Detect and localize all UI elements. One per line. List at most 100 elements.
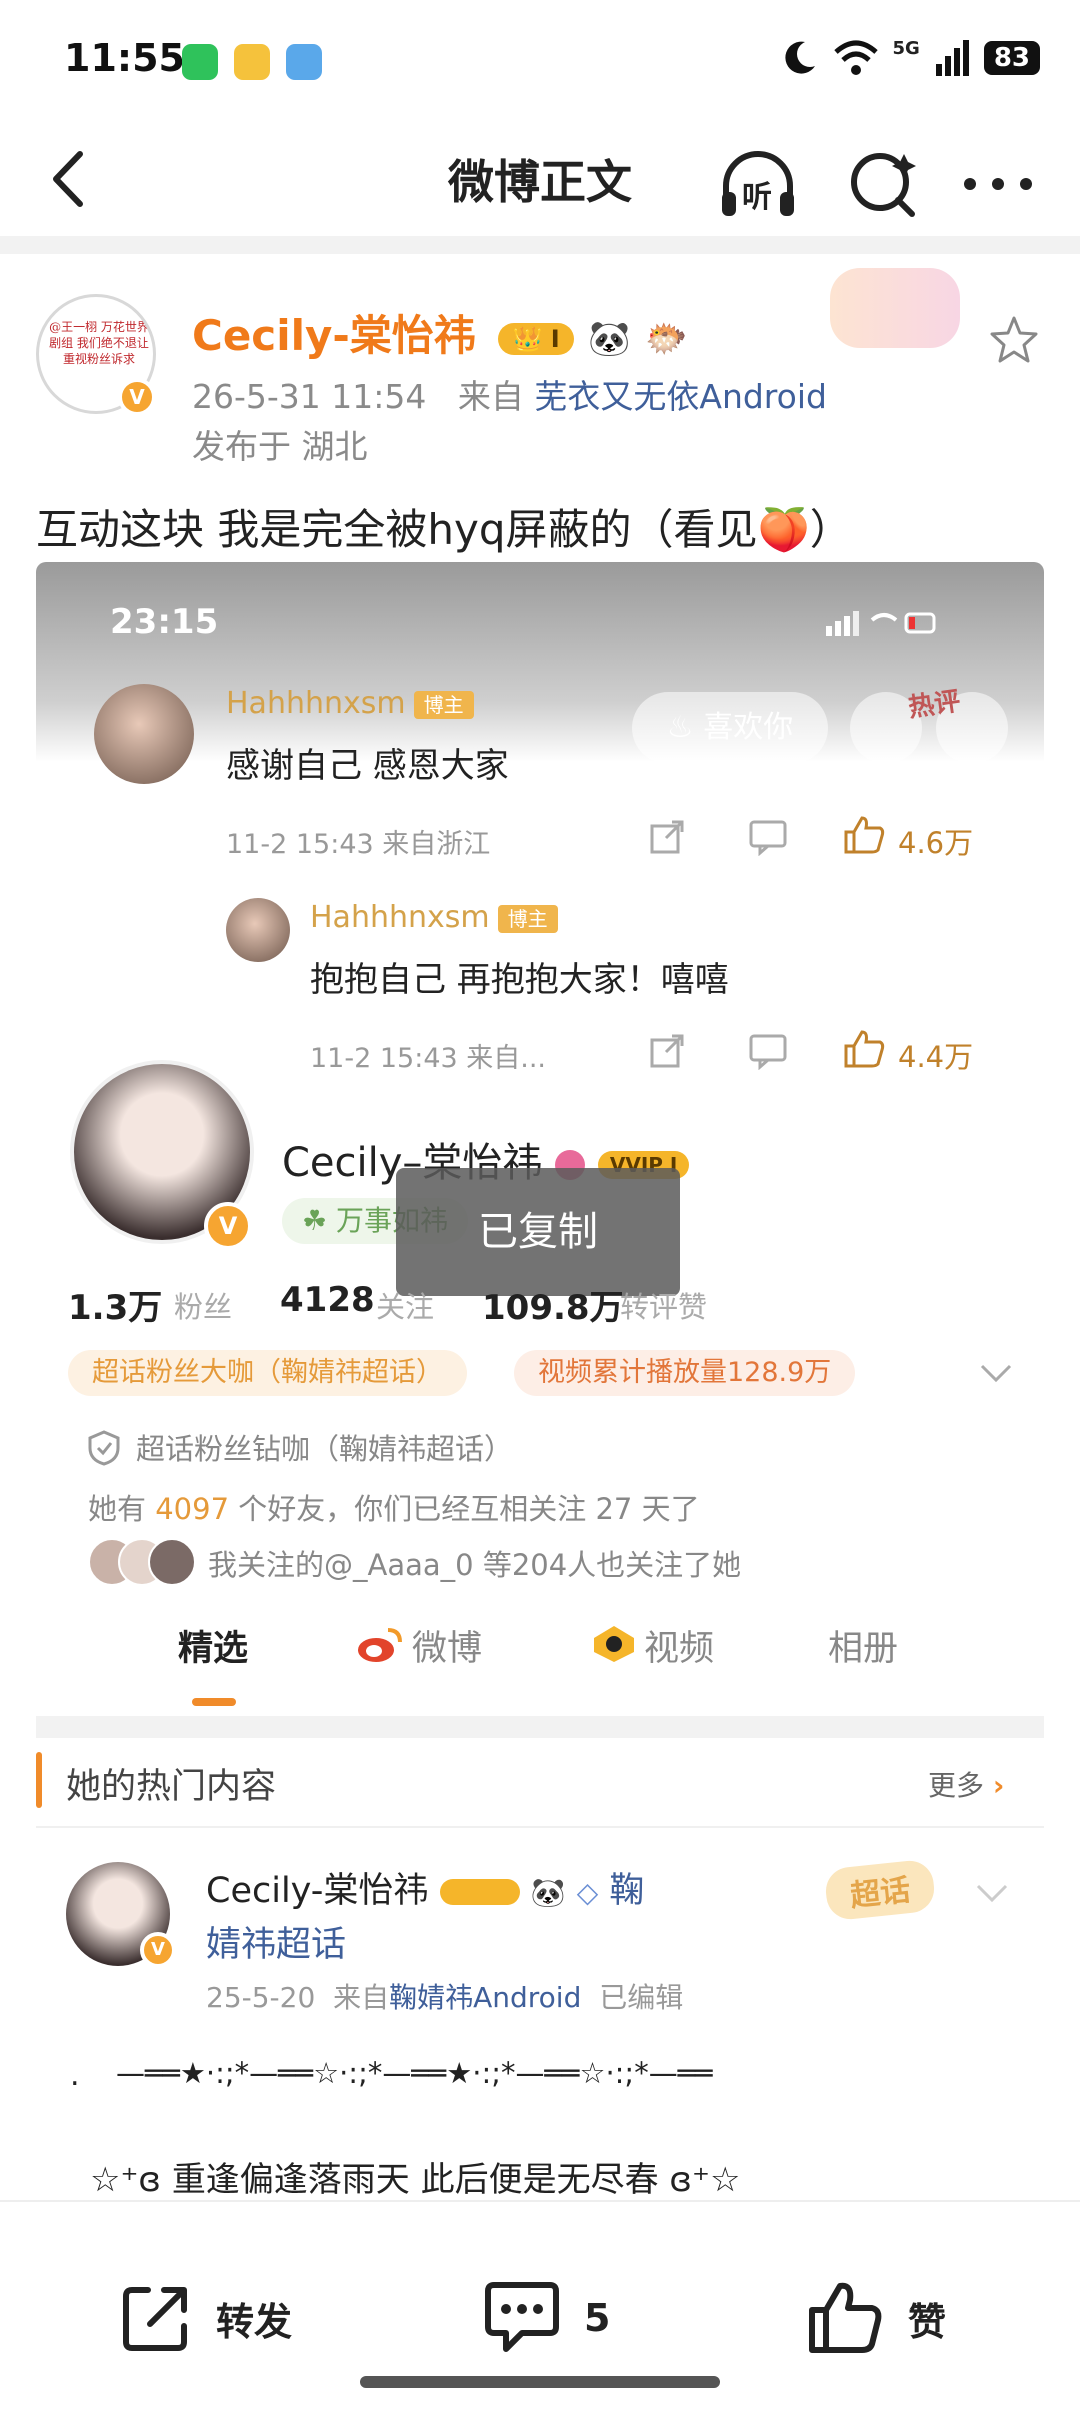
battery-indicator: 83: [983, 41, 1040, 75]
hot-more-text: 更多: [928, 1769, 985, 1802]
comment-text: 感谢自己 感恩大家: [226, 746, 509, 786]
status-indicators: 5G 83: [779, 38, 1040, 78]
post-text: 互动这块 我是完全被hyq屏蔽的（看见🍑）: [36, 505, 852, 554]
copied-toast: 已复制: [396, 1168, 680, 1296]
post-header: @王一栩 万花世界剧组 我们绝不退让 重视粉丝诉求 V Cecily-棠怡祎 👑…: [0, 254, 1080, 474]
like-button[interactable]: 赞: [806, 2278, 946, 2358]
repost-button[interactable]: 转发: [118, 2278, 292, 2358]
tab-weibo[interactable]: 微博: [412, 1620, 482, 1671]
blogger-badge: 博主: [413, 690, 474, 719]
author-name[interactable]: Cecily-棠怡祎 👑 I 🐼 🐡: [192, 302, 688, 363]
section-divider: [0, 236, 1080, 254]
hot-more-link[interactable]: 更多 ›: [928, 1764, 1004, 1804]
hot-meta-source[interactable]: 鞠婧祎Android: [389, 1981, 581, 2014]
stat-interactions-num: 109.8万: [482, 1288, 624, 1328]
comment-author-text: Hahhhnxsm: [226, 686, 406, 721]
comment-button[interactable]: 5: [482, 2278, 610, 2358]
hot-panda-icon: 🐼: [530, 1876, 566, 1909]
screenshot-signal-icon: [826, 611, 936, 636]
decorative-line: —══★·:;*—══☆·:;*—══★·:;*—══☆·:;*—══: [116, 2056, 713, 2090]
more-icon[interactable]: [956, 142, 1040, 226]
mutual-follow-line: 我关注的@_Aaaa_0 等204人也关注了她: [208, 1548, 742, 1582]
thumbs-up-icon: [844, 816, 885, 854]
repost-icon: [123, 2287, 187, 2351]
fish-icon: 🐡: [645, 319, 688, 359]
reply-author[interactable]: Hahhhnxsm 博主: [310, 900, 558, 935]
member-badge-icon: 👑 I: [498, 322, 574, 355]
hot-meta-date: 25-5-20: [206, 1981, 316, 2014]
post-location: 发布于 湖北: [192, 427, 368, 466]
hot-author[interactable]: Cecily-棠怡祎 🐼 ◇ 鞠: [206, 1862, 644, 1913]
hot-separator: [36, 1716, 1044, 1738]
moon-icon: [784, 41, 815, 74]
tag-video-plays[interactable]: 视频累计播放量128.9万: [514, 1350, 856, 1396]
comment-avatar: [94, 684, 194, 784]
hot-chevron-down-icon[interactable]: [974, 1880, 1010, 1906]
friends-count: 4097: [155, 1492, 230, 1526]
stat-fans-label: 粉丝: [174, 1290, 233, 1324]
listen-label: 听: [742, 180, 772, 215]
search-icon[interactable]: [842, 142, 926, 226]
hot-author-text: Cecily-棠怡祎: [206, 1871, 429, 1911]
favorite-star-icon[interactable]: [988, 314, 1040, 366]
listen-button[interactable]: 听: [716, 142, 800, 226]
hot-meta: 25-5-20 来自鞠婧祎Android 已编辑: [206, 1976, 683, 2016]
author-name-text: Cecily-棠怡祎: [192, 311, 476, 360]
shield-icon: [88, 1430, 120, 1466]
comment-icon: [749, 820, 787, 856]
diamond-fan-line: 超话粉丝钻咖（鞠婧祎超话）: [136, 1432, 514, 1466]
hot-comment-label: 热评: [906, 686, 963, 724]
tab-active-indicator: [192, 1698, 236, 1706]
reply-author-text: Hahhhnxsm: [310, 900, 490, 935]
tab-featured[interactable]: 精选: [178, 1620, 248, 1671]
tab-album[interactable]: 相册: [828, 1620, 898, 1671]
verified-badge-icon: V: [118, 378, 156, 416]
stat-following-num: 4128: [280, 1280, 375, 1320]
comment-likes: 4.6万: [898, 826, 974, 860]
member-badge-text: I: [550, 324, 560, 353]
stat-following-label: 关注: [376, 1290, 435, 1324]
tab-video[interactable]: 视频: [644, 1620, 714, 1671]
post-image[interactable]: 23:15 ♨ 喜欢你 热评 Hahhhnxsm 博主 感谢自己 感恩大家 11-…: [36, 562, 1044, 2200]
comment-author[interactable]: Hahhhnxsm 博主: [226, 686, 474, 721]
hot-topic-part1[interactable]: 鞠: [609, 1871, 644, 1911]
status-time: 11:55: [64, 36, 185, 80]
panda-icon: 🐼: [588, 319, 631, 359]
reply-text: 抱抱自己 再抱抱大家！嘻嘻: [310, 960, 729, 1000]
comment-count: 5: [584, 2296, 611, 2340]
post-meta: 26-5-31 11:54 来自 芜衣又无依Android: [192, 370, 827, 418]
mutual-avatar: [148, 1538, 196, 1586]
weibo-icon: [234, 44, 270, 80]
status-bar: 11:55 5G 83: [0, 0, 1080, 120]
hot-meta-edited: 已编辑: [599, 1981, 684, 2014]
signal-icon: [935, 40, 969, 76]
like-you-label: 喜欢你: [703, 710, 794, 745]
friends-post: 个好友，你们已经互相关注 27 天了: [238, 1492, 700, 1526]
post-timestamp: 26-5-31 11:54: [192, 377, 427, 416]
hot-header-divider: [36, 1826, 1044, 1828]
like-you-pill[interactable]: ♨ 喜欢你: [632, 692, 828, 764]
friends-line: 她有 4097 个好友，你们已经互相关注 27 天了: [88, 1486, 700, 1528]
avatar-text: @王一栩 万花世界剧组 我们绝不退让 重视粉丝诉求: [49, 320, 149, 366]
gallery-icon: [286, 44, 322, 80]
hot-verified-icon: V: [140, 1932, 176, 1968]
signal-type: 5G: [892, 38, 920, 59]
chevron-down-icon[interactable]: [978, 1360, 1014, 1386]
wechat-icon: [182, 44, 218, 80]
wifi-icon: [833, 40, 878, 75]
hot-topic-part2[interactable]: 婧祎超话: [206, 1916, 346, 1967]
hot-poem: ☆⁺ɞ 重逢偏逢落雨天 此后便是无尽春 ɞ⁺☆: [90, 2160, 741, 2200]
reply-avatar: [226, 898, 290, 962]
reply-comment-icon: [749, 1034, 787, 1070]
repost-label: 转发: [216, 2299, 293, 2344]
reply-thumbs-up-icon: [844, 1030, 885, 1068]
comment-bubble-icon: [485, 2282, 559, 2352]
hot-accent-bar: [36, 1752, 42, 1808]
weibo-icon: [358, 1628, 402, 1662]
post-source-link[interactable]: 芜衣又无依Android: [534, 377, 827, 416]
sticker-decoration: [830, 268, 960, 348]
hot-content-title: 她的热门内容: [66, 1767, 277, 1807]
tag-fan-level[interactable]: 超话粉丝大咖（鞠婧祎超话）: [68, 1350, 467, 1396]
reply-share-icon: [650, 1034, 684, 1068]
home-indicator[interactable]: [360, 2376, 720, 2388]
